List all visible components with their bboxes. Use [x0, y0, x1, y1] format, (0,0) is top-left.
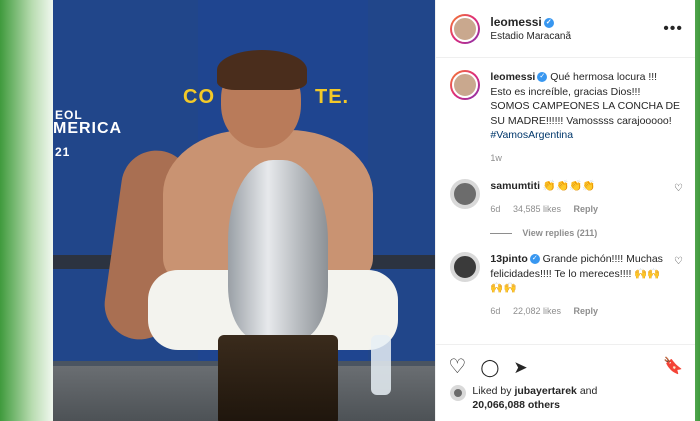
action-bar: ♡ ◯ ➤ 🔖	[436, 344, 695, 389]
water-bottle	[371, 335, 391, 395]
person-hair	[217, 50, 307, 90]
verified-icon: ✓	[543, 17, 554, 28]
caption-username[interactable]: leomessi	[490, 71, 535, 83]
likes-summary: Liked by jubayertarek and 20,066,088 oth…	[450, 384, 597, 412]
bookmark-icon[interactable]: 🔖	[663, 359, 683, 375]
more-options-icon[interactable]: •••	[663, 20, 683, 38]
caption-line: SU MADRE!!!!!! Vamossss carajooooo!	[490, 114, 672, 127]
likes-prefix: Liked by	[472, 385, 512, 397]
author-avatar[interactable]	[450, 13, 481, 44]
wall-text: TE.	[315, 86, 350, 108]
caption-age[interactable]: 1w	[490, 153, 502, 163]
wall-text: 21	[55, 145, 71, 159]
comment-age[interactable]: 6d	[490, 306, 500, 316]
verified-icon: ✓	[529, 254, 540, 265]
post-photo[interactable]: VA CO TE. EOL MERICA 21	[53, 0, 436, 421]
post-header: leomessi ✓ Estadio Maracanã •••	[436, 0, 695, 58]
caption-line: SOMOS CAMPEONES LA CONCHA DE	[490, 100, 681, 112]
comment-bubble-icon[interactable]: ◯	[480, 359, 499, 376]
reply-button[interactable]: Reply	[574, 306, 599, 316]
commenter-avatar[interactable]	[450, 179, 481, 209]
wall-text: MERICA	[53, 120, 123, 137]
likes-and: and	[579, 385, 598, 397]
comment-likes[interactable]: 34,585 likes	[513, 204, 561, 214]
share-send-icon[interactable]: ➤	[513, 359, 527, 376]
verified-icon: ✓	[537, 72, 548, 83]
commenter-username[interactable]: samumtiti	[490, 180, 540, 192]
trophy-base	[218, 335, 338, 421]
comment-text: 👏👏👏👏	[542, 180, 596, 192]
commenter-username[interactable]: 13pinto	[490, 253, 527, 265]
likes-count[interactable]: 20,066,088 others	[472, 399, 560, 411]
view-replies-button[interactable]: View replies (211)	[490, 228, 683, 238]
reply-button[interactable]: Reply	[574, 204, 599, 214]
like-heart-icon[interactable]: ♡	[448, 357, 466, 377]
liker-username[interactable]: jubayertarek	[514, 385, 576, 397]
comment-age[interactable]: 6d	[490, 204, 500, 214]
caption-hashtag[interactable]: #VamosArgentina	[490, 129, 573, 141]
comment: samumtiti 👏👏👏👏 6d 34,585 likes Reply ♡	[450, 179, 683, 216]
caption: leomessi ✓ Qué hermosa locura !!! Esto es…	[450, 70, 683, 165]
trophy-cup	[228, 160, 328, 340]
commenter-avatar[interactable]	[450, 252, 481, 282]
comments-list[interactable]: leomessi ✓ Qué hermosa locura !!! Esto es…	[436, 58, 695, 344]
heart-icon[interactable]: ♡	[674, 256, 683, 267]
post-location[interactable]: Estadio Maracanã	[490, 31, 663, 42]
author-username[interactable]: leomessi ✓	[490, 15, 663, 29]
post-sidebar: leomessi ✓ Estadio Maracanã ••• leomessi ✓…	[435, 0, 695, 421]
liker-avatar[interactable]	[450, 385, 467, 401]
author-username-text[interactable]: leomessi	[490, 15, 541, 29]
caption-avatar[interactable]	[450, 70, 481, 100]
caption-line: Esto es increíble, gracias Dios!!!	[490, 85, 641, 98]
wall-text: CO	[183, 86, 215, 108]
post-card: VA CO TE. EOL MERICA 21 leomessi✓ Estadi…	[53, 0, 695, 421]
caption-line: Qué hermosa locura !!!	[550, 71, 658, 83]
comment: 13pinto ✓ Grande pichón!!!! Muchas felici…	[450, 252, 683, 318]
comment-likes[interactable]: 22,082 likes	[513, 306, 561, 316]
heart-icon[interactable]: ♡	[674, 183, 683, 194]
